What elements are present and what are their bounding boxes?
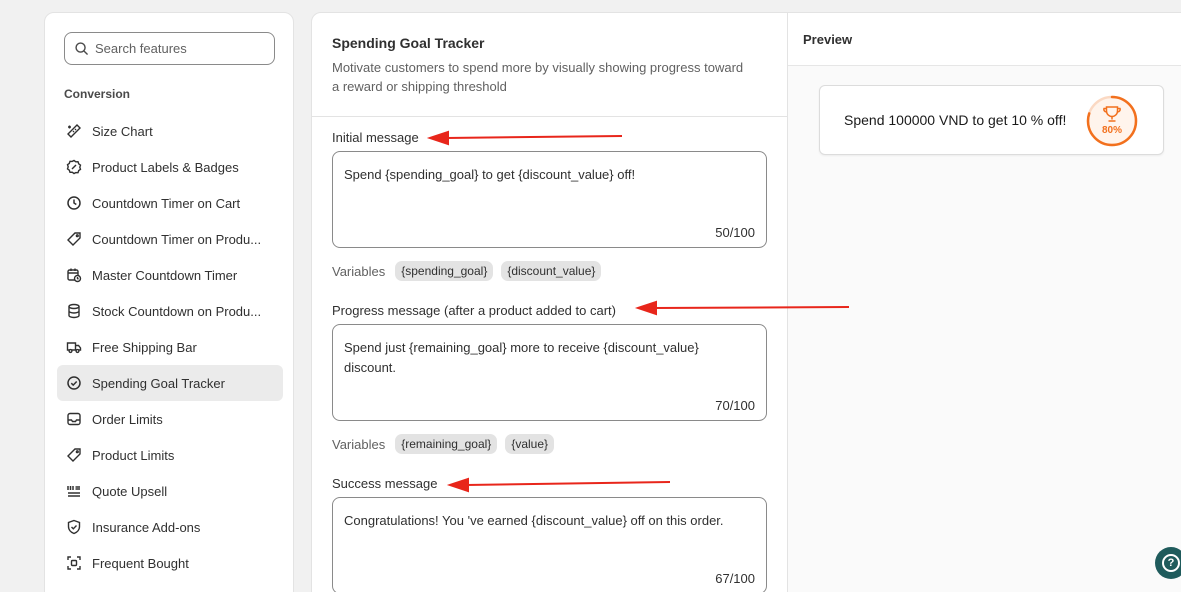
sidebar-item-label: Size Chart bbox=[92, 123, 153, 139]
sidebar-item-stock-countdown[interactable]: Stock Countdown on Produ... bbox=[57, 293, 283, 329]
clock-icon bbox=[66, 195, 82, 211]
sidebar-item-quote-upsell[interactable]: Quote Upsell bbox=[57, 473, 283, 509]
sidebar-item-master-countdown[interactable]: Master Countdown Timer bbox=[57, 257, 283, 293]
sidebar-item-label: Frequent Bought bbox=[92, 555, 189, 571]
calendar-clock-icon bbox=[66, 267, 82, 283]
progress-variables: Variables {remaining_goal} {value} bbox=[332, 434, 555, 454]
spending-goal-preview-card: Spend 100000 VND to get 10 % off! 80% bbox=[819, 85, 1164, 155]
sidebar-item-free-shipping[interactable]: Free Shipping Bar bbox=[57, 329, 283, 365]
list-icon bbox=[66, 483, 82, 499]
success-message-label: Success message bbox=[332, 476, 438, 491]
check-circle-icon bbox=[66, 375, 82, 391]
sidebar-item-countdown-product[interactable]: Countdown Timer on Produ... bbox=[57, 221, 283, 257]
preview-area: Spend 100000 VND to get 10 % off! 80% bbox=[788, 65, 1181, 592]
initial-message-count: 50/100 bbox=[715, 225, 755, 240]
sidebar-item-countdown-cart[interactable]: Countdown Timer on Cart bbox=[57, 185, 283, 221]
initial-message-label: Initial message bbox=[332, 130, 419, 145]
bundle-icon bbox=[66, 555, 82, 571]
main-panel: Spending Goal Tracker Motivate customers… bbox=[311, 12, 1181, 592]
help-button[interactable]: ? bbox=[1155, 547, 1181, 579]
badge-icon bbox=[66, 159, 82, 175]
sidebar-item-label: Stock Countdown on Produ... bbox=[92, 303, 262, 319]
sidebar-item-label: Spending Goal Tracker bbox=[92, 375, 225, 391]
settings-panel: Spending Goal Tracker Motivate customers… bbox=[312, 13, 788, 592]
variable-chip[interactable]: {spending_goal} bbox=[395, 261, 494, 281]
success-message-textarea[interactable]: Congratulations! You 've earned {discoun… bbox=[332, 497, 767, 592]
progress-percent: 80% bbox=[1101, 125, 1122, 136]
sidebar-item-insurance[interactable]: Insurance Add-ons bbox=[57, 509, 283, 545]
database-icon bbox=[66, 303, 82, 319]
tag-timer-icon bbox=[66, 231, 82, 247]
variables-label: Variables bbox=[332, 436, 386, 452]
sidebar-item-label: Countdown Timer on Cart bbox=[92, 195, 241, 211]
search-icon bbox=[74, 41, 89, 56]
ruler-icon bbox=[66, 123, 82, 139]
progress-message-textarea[interactable]: Spend just {remaining_goal} more to rece… bbox=[332, 324, 767, 421]
initial-message-textarea[interactable]: Spend {spending_goal} to get {discount_v… bbox=[332, 151, 767, 248]
help-icon: ? bbox=[1162, 554, 1180, 572]
variable-chip[interactable]: {remaining_goal} bbox=[395, 434, 498, 454]
variable-chip[interactable]: {value} bbox=[505, 434, 555, 454]
sidebar-item-frequent-bought[interactable]: Frequent Bought bbox=[57, 545, 283, 581]
sidebar-item-label: Product Labels & Badges bbox=[92, 159, 239, 175]
progress-message-value: Spend just {remaining_goal} more to rece… bbox=[344, 340, 699, 375]
sidebar-item-spending-goal[interactable]: Spending Goal Tracker bbox=[57, 365, 283, 401]
page-description: Motivate customers to spend more by visu… bbox=[332, 60, 744, 94]
settings-header: Spending Goal Tracker Motivate customers… bbox=[312, 13, 788, 117]
sidebar-item-label: Quote Upsell bbox=[92, 483, 168, 499]
progress-message-label: Progress message (after a product added … bbox=[332, 303, 616, 318]
sidebar: Conversion Size Chart Product Labels & B… bbox=[44, 12, 294, 592]
sidebar-item-order-limits[interactable]: Order Limits bbox=[57, 401, 283, 437]
preview-title: Preview bbox=[803, 32, 853, 47]
search-input[interactable] bbox=[95, 41, 265, 56]
sidebar-item-label: Product Limits bbox=[92, 447, 175, 463]
variables-label: Variables bbox=[332, 263, 386, 279]
preview-message: Spend 100000 VND to get 10 % off! bbox=[844, 112, 1067, 128]
shield-check-icon bbox=[66, 519, 82, 535]
inbox-icon bbox=[66, 411, 82, 427]
progress-ring: 80% bbox=[1085, 94, 1139, 148]
variable-chip[interactable]: {discount_value} bbox=[501, 261, 602, 281]
page-title: Spending Goal Tracker bbox=[332, 35, 485, 51]
search-box[interactable] bbox=[64, 32, 275, 65]
sidebar-item-label: Insurance Add-ons bbox=[92, 519, 201, 535]
tag-icon bbox=[66, 447, 82, 463]
feature-nav: Size Chart Product Labels & Badges Count… bbox=[57, 113, 283, 581]
sidebar-item-label: Free Shipping Bar bbox=[92, 339, 197, 355]
sidebar-item-product-labels[interactable]: Product Labels & Badges bbox=[57, 149, 283, 185]
sidebar-item-product-limits[interactable]: Product Limits bbox=[57, 437, 283, 473]
progress-message-count: 70/100 bbox=[715, 398, 755, 413]
success-message-value: Congratulations! You 've earned {discoun… bbox=[344, 513, 724, 528]
sidebar-item-label: Order Limits bbox=[92, 411, 163, 427]
sidebar-item-label: Countdown Timer on Produ... bbox=[92, 231, 262, 247]
truck-icon bbox=[66, 339, 82, 355]
initial-variables: Variables {spending_goal} {discount_valu… bbox=[332, 261, 602, 281]
success-message-count: 67/100 bbox=[715, 571, 755, 586]
section-title-conversion: Conversion bbox=[64, 87, 131, 101]
sidebar-item-label: Master Countdown Timer bbox=[92, 267, 238, 283]
sidebar-item-size-chart[interactable]: Size Chart bbox=[57, 113, 283, 149]
initial-message-value: Spend {spending_goal} to get {discount_v… bbox=[344, 167, 636, 182]
